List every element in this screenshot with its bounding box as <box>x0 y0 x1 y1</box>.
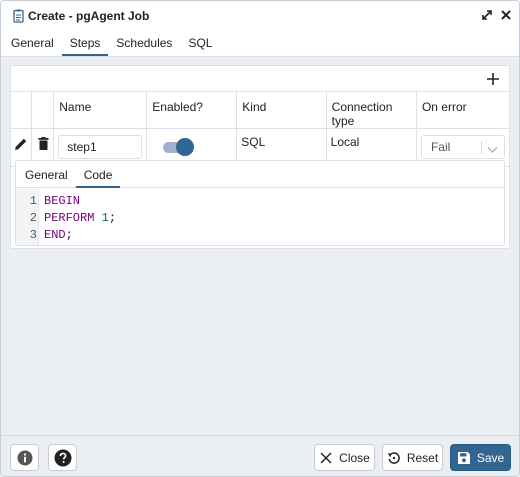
column-header-on-error: On error <box>415 91 509 129</box>
close-button-label: Close <box>339 450 370 465</box>
save-button[interactable]: Save <box>450 444 511 471</box>
subtab-general[interactable]: General <box>17 161 76 188</box>
document-icon <box>12 9 25 23</box>
close-icon <box>319 451 333 465</box>
tab-sql[interactable]: SQL <box>180 29 220 56</box>
dialog-footer: Close Reset Save <box>1 435 519 476</box>
line-number: 1 <box>29 194 37 208</box>
help-button[interactable] <box>48 444 77 471</box>
title-bar: Create - pgAgent Job <box>1 1 519 30</box>
tab-general[interactable]: General <box>3 29 62 56</box>
code-line: BEGIN <box>44 194 81 208</box>
steps-table: Name Enabled? Kind Connection type On er… <box>11 91 509 167</box>
expand-icon[interactable] <box>479 7 495 23</box>
step-detail-panel: General Code 1 2 3 BEGIN PERFORM 1; END; <box>15 160 505 246</box>
toggle-knob <box>176 138 195 156</box>
close-button[interactable]: Close <box>314 444 375 471</box>
step-name-input[interactable] <box>58 135 143 159</box>
subtab-code[interactable]: Code <box>75 161 121 188</box>
column-header-connection-type: Connection type <box>325 91 417 129</box>
tab-steps[interactable]: Steps <box>61 29 109 56</box>
tab-schedules[interactable]: Schedules <box>108 29 180 56</box>
pgagent-job-dialog: Create - pgAgent Job General Steps Sched… <box>0 0 520 477</box>
edit-icon[interactable] <box>14 138 28 154</box>
column-header-kind: Kind <box>236 91 327 129</box>
info-icon <box>17 450 32 465</box>
connection-type-value: Local <box>330 135 360 149</box>
line-number: 2 <box>29 211 37 225</box>
code-line: END; <box>44 228 73 242</box>
reset-icon <box>387 451 401 465</box>
enabled-toggle[interactable] <box>163 137 195 157</box>
code-editor[interactable]: 1 2 3 BEGIN PERFORM 1; END; <box>16 189 504 245</box>
trash-icon[interactable] <box>38 137 49 153</box>
steps-panel: Name Enabled? Kind Connection type On er… <box>10 65 510 249</box>
save-button-label: Save <box>476 450 505 465</box>
column-header-enabled: Enabled? <box>146 91 238 129</box>
save-icon <box>457 451 471 465</box>
kind-value: SQL <box>241 135 266 149</box>
dialog-title: Create - pgAgent Job <box>28 8 150 23</box>
table-header-row: Name Enabled? Kind Connection type On er… <box>11 91 509 129</box>
step-detail-tabs: General Code <box>16 161 504 188</box>
add-step-button[interactable] <box>485 71 501 87</box>
on-error-select[interactable]: Fail <box>420 135 505 159</box>
reset-button-label: Reset <box>406 450 439 465</box>
info-button[interactable] <box>10 444 39 471</box>
header-edit-spacer <box>11 91 33 129</box>
select-separator <box>480 141 482 154</box>
chevron-down-icon <box>487 143 498 153</box>
code-line: PERFORM 1; <box>44 211 117 225</box>
help-icon <box>54 449 71 466</box>
column-header-name: Name <box>53 91 148 129</box>
on-error-value: Fail <box>430 140 451 154</box>
header-delete-spacer <box>31 91 55 129</box>
reset-button[interactable]: Reset <box>382 444 443 471</box>
plus-icon <box>487 73 499 85</box>
dialog-tabs: General Steps Schedules SQL <box>1 30 519 57</box>
line-number: 3 <box>29 228 37 242</box>
close-icon[interactable] <box>498 7 514 23</box>
